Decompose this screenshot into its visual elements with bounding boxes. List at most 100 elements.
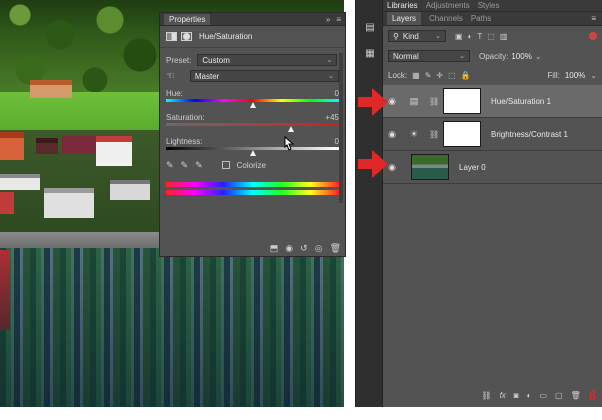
fill-label: Fill: bbox=[547, 70, 560, 80]
opacity-label: Opacity: bbox=[479, 51, 509, 61]
hand-cursor-icon bbox=[284, 136, 295, 151]
adjustment-title: Hue/Saturation bbox=[199, 32, 253, 41]
lightness-label-row: Lightness: 0 bbox=[166, 136, 339, 147]
eyedropper-minus-icon[interactable]: ✎ bbox=[195, 160, 203, 171]
hue-track[interactable] bbox=[166, 99, 339, 108]
lightness-track[interactable] bbox=[166, 147, 339, 156]
filter-toggle-icon[interactable] bbox=[589, 32, 597, 40]
tab-layers[interactable]: Layers bbox=[387, 12, 422, 25]
new-group-icon[interactable]: ▭ bbox=[539, 391, 547, 400]
tab-adjustments[interactable]: Adjustments bbox=[426, 1, 470, 10]
lightness-slider-block: Lightness: 0 bbox=[160, 136, 345, 156]
lightness-slider-thumb[interactable] bbox=[249, 150, 256, 156]
type-filter-icon[interactable]: T bbox=[477, 32, 482, 41]
layer-row-layer-0[interactable]: ◉ Layer 0 bbox=[383, 151, 602, 184]
visibility-eye-icon[interactable]: ◉ bbox=[383, 129, 401, 140]
hue-slider-thumb[interactable] bbox=[249, 102, 256, 108]
fx-icon[interactable]: fx bbox=[500, 391, 506, 400]
new-layer-icon[interactable]: ▢ bbox=[555, 391, 563, 400]
layer-name[interactable]: Layer 0 bbox=[459, 163, 486, 172]
pixel-filter-icon[interactable]: ▣ bbox=[455, 32, 463, 41]
adjustment-filter-icon[interactable]: ◐ bbox=[468, 32, 473, 41]
chevron-down-icon[interactable]: ⌄ bbox=[535, 52, 542, 61]
layer-name[interactable]: Hue/Saturation 1 bbox=[491, 97, 551, 106]
libraries-icon[interactable]: ▤ bbox=[362, 22, 378, 36]
trash-icon[interactable]: 🗑 bbox=[571, 391, 581, 400]
house bbox=[0, 192, 14, 214]
kind-filter-row: ⚲ Kind ⌄ ▣ ◐ T ⬚ ▥ bbox=[383, 26, 602, 46]
library-tab-bar: Libraries Adjustments Styles bbox=[383, 0, 602, 12]
panel-menu-icon[interactable]: ≡ bbox=[591, 14, 596, 23]
lock-row: Lock: ▦ ✎ ✛ ⬚ 🔒 Fill: 100% ⌄ bbox=[383, 66, 602, 84]
properties-tab[interactable]: Properties bbox=[164, 13, 211, 25]
properties-tab-bar: Properties » ≡ bbox=[160, 13, 345, 26]
eyedropper-plus-icon[interactable]: ✎ bbox=[181, 160, 189, 171]
tab-channels[interactable]: Channels bbox=[429, 14, 463, 23]
trash-icon[interactable]: 🗑 bbox=[330, 243, 341, 254]
house bbox=[0, 132, 24, 160]
lock-label: Lock: bbox=[388, 70, 408, 80]
hue-slider-block: Hue: 0 bbox=[160, 88, 345, 108]
house bbox=[110, 180, 150, 200]
red-arrow-icon bbox=[358, 150, 388, 178]
reset-icon[interactable]: ↺ bbox=[300, 243, 308, 254]
new-adjustment-icon[interactable]: ◐ bbox=[527, 391, 532, 400]
view-previous-icon[interactable]: ◉ bbox=[285, 243, 293, 254]
hue-label-row: Hue: 0 bbox=[166, 88, 339, 99]
search-icon: ⚲ bbox=[393, 31, 399, 41]
preset-value: Custom bbox=[202, 55, 230, 65]
layer-row-brightness-contrast[interactable]: ◉ ☀ ⛓ Brightness/Contrast 1 bbox=[383, 118, 602, 151]
kind-dropdown[interactable]: ⚲ Kind ⌄ bbox=[388, 30, 446, 42]
result-spectrum-bar bbox=[166, 190, 339, 195]
link-layers-icon[interactable]: ⛓ bbox=[481, 391, 491, 400]
saturation-value[interactable]: +45 bbox=[325, 113, 339, 122]
properties-panel: Properties » ≡ Hue/Saturation Preset: Cu… bbox=[159, 12, 346, 257]
layer-mask-thumbnail[interactable] bbox=[443, 121, 481, 147]
eyedropper-row: ✎ ✎ ✎ Colorize bbox=[160, 158, 345, 172]
hue-label: Hue: bbox=[166, 89, 183, 98]
panel-menu-icon[interactable]: ≡ bbox=[336, 15, 341, 24]
link-chain-icon[interactable]: ⛓ bbox=[429, 130, 439, 139]
layer-mask-thumbnail[interactable] bbox=[443, 88, 481, 114]
layer-thumbnail[interactable] bbox=[411, 154, 449, 180]
channel-dropdown[interactable]: Master ⌄ bbox=[189, 70, 339, 82]
chevron-down-icon[interactable]: ⌄ bbox=[590, 71, 597, 80]
saturation-track[interactable] bbox=[166, 123, 339, 132]
link-chain-icon[interactable]: ⛓ bbox=[429, 97, 439, 106]
opacity-value[interactable]: 100% bbox=[511, 52, 531, 61]
preset-label: Preset: bbox=[166, 55, 192, 65]
preset-dropdown[interactable]: Custom ⌄ bbox=[197, 54, 338, 66]
visibility-eye-icon[interactable]: ◎ bbox=[315, 243, 323, 254]
mask-icon[interactable] bbox=[181, 32, 192, 41]
colorize-checkbox[interactable] bbox=[221, 161, 230, 169]
blend-row: Normal ⌄ Opacity: 100% ⌄ bbox=[383, 46, 602, 66]
house bbox=[44, 188, 94, 218]
adjustments-icon[interactable]: ▦ bbox=[362, 48, 378, 62]
blend-mode-dropdown[interactable]: Normal ⌄ bbox=[388, 50, 470, 62]
lock-paint-icon[interactable]: ✎ bbox=[425, 71, 432, 80]
house bbox=[30, 80, 72, 98]
collapse-icon[interactable]: » bbox=[326, 15, 330, 24]
layer-name[interactable]: Brightness/Contrast 1 bbox=[491, 130, 568, 139]
fill-value[interactable]: 100% bbox=[565, 71, 585, 80]
properties-scrollbar[interactable] bbox=[339, 53, 343, 203]
hue-saturation-icon bbox=[166, 32, 177, 41]
tab-paths[interactable]: Paths bbox=[471, 14, 491, 23]
water-shade bbox=[0, 248, 344, 407]
hand-target-icon[interactable]: ☜ bbox=[166, 71, 184, 82]
add-mask-icon[interactable]: ◙ bbox=[514, 391, 519, 400]
filter-icons: ▣ ◐ T ⬚ ▥ bbox=[455, 32, 507, 41]
saturation-slider-thumb[interactable] bbox=[288, 126, 295, 132]
lock-all-icon[interactable]: 🔒 bbox=[461, 71, 471, 80]
layer-row-hue-saturation[interactable]: ◉ ▤ ⛓ Hue/Saturation 1 bbox=[383, 85, 602, 118]
clip-to-layer-icon[interactable]: ⬒ bbox=[270, 243, 279, 254]
chevron-down-icon: ⌄ bbox=[435, 33, 441, 40]
lock-artboard-icon[interactable]: ⬚ bbox=[448, 71, 456, 80]
lock-position-icon[interactable]: ✛ bbox=[436, 71, 443, 80]
smart-object-filter-icon[interactable]: ▥ bbox=[500, 32, 508, 41]
tab-libraries[interactable]: Libraries bbox=[387, 1, 418, 10]
eyedropper-icon[interactable]: ✎ bbox=[166, 160, 174, 171]
lock-pixels-icon[interactable]: ▦ bbox=[412, 71, 420, 80]
tab-styles[interactable]: Styles bbox=[478, 1, 500, 10]
shape-filter-icon[interactable]: ⬚ bbox=[487, 32, 495, 41]
